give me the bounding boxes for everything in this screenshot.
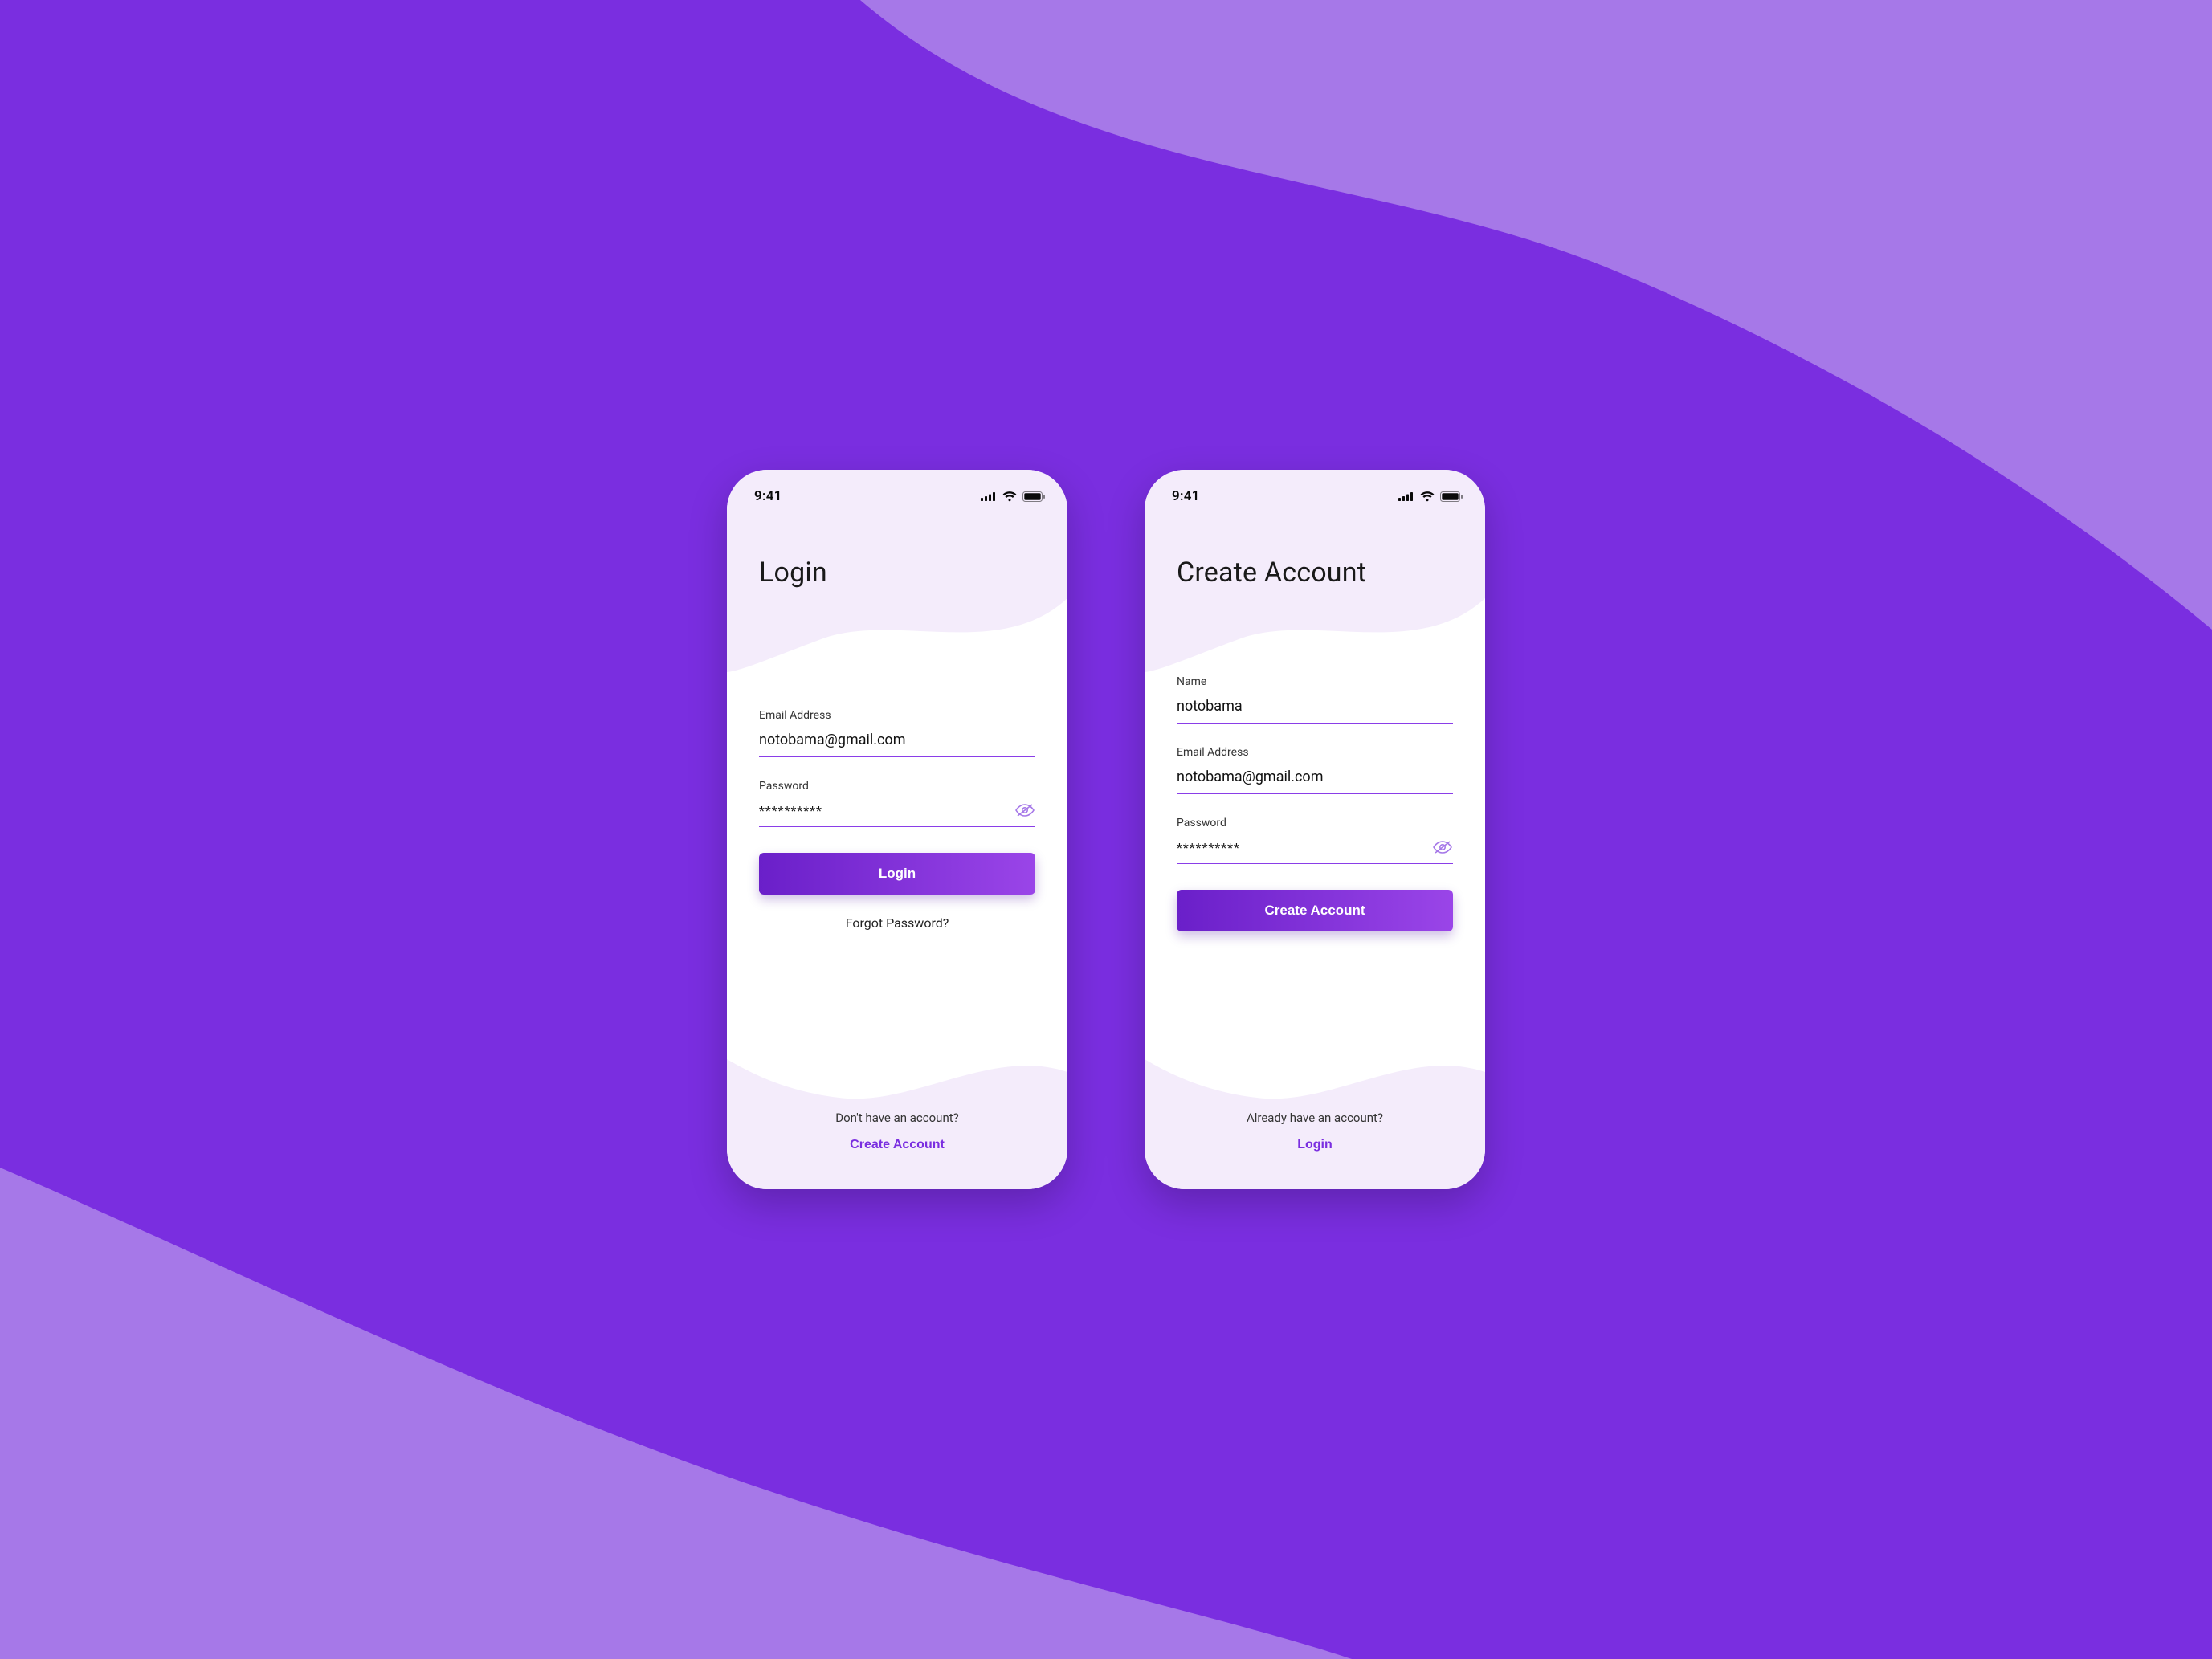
- eye-off-icon: [1014, 802, 1035, 818]
- signup-form: Name Email Address Password **********: [1145, 675, 1485, 931]
- email-label: Email Address: [759, 709, 1035, 722]
- toggle-password-visibility-button[interactable]: [1426, 838, 1453, 857]
- login-screen: 9:41 Login Email Address: [727, 470, 1067, 1189]
- login-link[interactable]: Login: [1297, 1138, 1333, 1152]
- page-title: Create Account: [1145, 508, 1485, 589]
- name-field-group: Name: [1177, 675, 1453, 724]
- password-field-group: Password **********: [759, 780, 1035, 827]
- signup-screen: 9:41 Create Account Name: [1145, 470, 1485, 1189]
- email-label: Email Address: [1177, 746, 1453, 759]
- status-icons: [981, 491, 1045, 502]
- status-time: 9:41: [754, 488, 782, 504]
- email-input[interactable]: [1177, 767, 1453, 787]
- forgot-password-link[interactable]: Forgot Password?: [759, 915, 1035, 931]
- footer-prompt: Don't have an account?: [727, 1111, 1067, 1125]
- footer-prompt: Already have an account?: [1145, 1111, 1485, 1125]
- password-label: Password: [759, 780, 1035, 793]
- status-bar: 9:41: [1145, 470, 1485, 508]
- name-label: Name: [1177, 675, 1453, 688]
- create-account-button[interactable]: Create Account: [1177, 890, 1453, 931]
- password-label: Password: [1177, 817, 1453, 830]
- status-bar: 9:41: [727, 470, 1067, 508]
- status-icons: [1398, 491, 1463, 502]
- name-input[interactable]: [1177, 696, 1453, 716]
- wifi-icon: [1420, 491, 1435, 502]
- battery-icon: [1440, 491, 1463, 502]
- battery-icon: [1022, 491, 1045, 502]
- login-button[interactable]: Login: [759, 853, 1035, 895]
- login-form: Email Address Password **********: [727, 709, 1067, 931]
- password-input[interactable]: **********: [759, 803, 1008, 818]
- email-field-group: Email Address: [759, 709, 1035, 757]
- toggle-password-visibility-button[interactable]: [1008, 801, 1035, 820]
- page-title: Login: [727, 508, 1067, 589]
- cellular-signal-icon: [981, 491, 997, 501]
- eye-off-icon: [1432, 839, 1453, 855]
- wifi-icon: [1002, 491, 1017, 502]
- create-account-link[interactable]: Create Account: [850, 1138, 945, 1152]
- password-input[interactable]: **********: [1177, 840, 1426, 855]
- cellular-signal-icon: [1398, 491, 1414, 501]
- password-field-group: Password **********: [1177, 817, 1453, 864]
- status-time: 9:41: [1172, 488, 1200, 504]
- email-input[interactable]: [759, 730, 1035, 750]
- email-field-group: Email Address: [1177, 746, 1453, 794]
